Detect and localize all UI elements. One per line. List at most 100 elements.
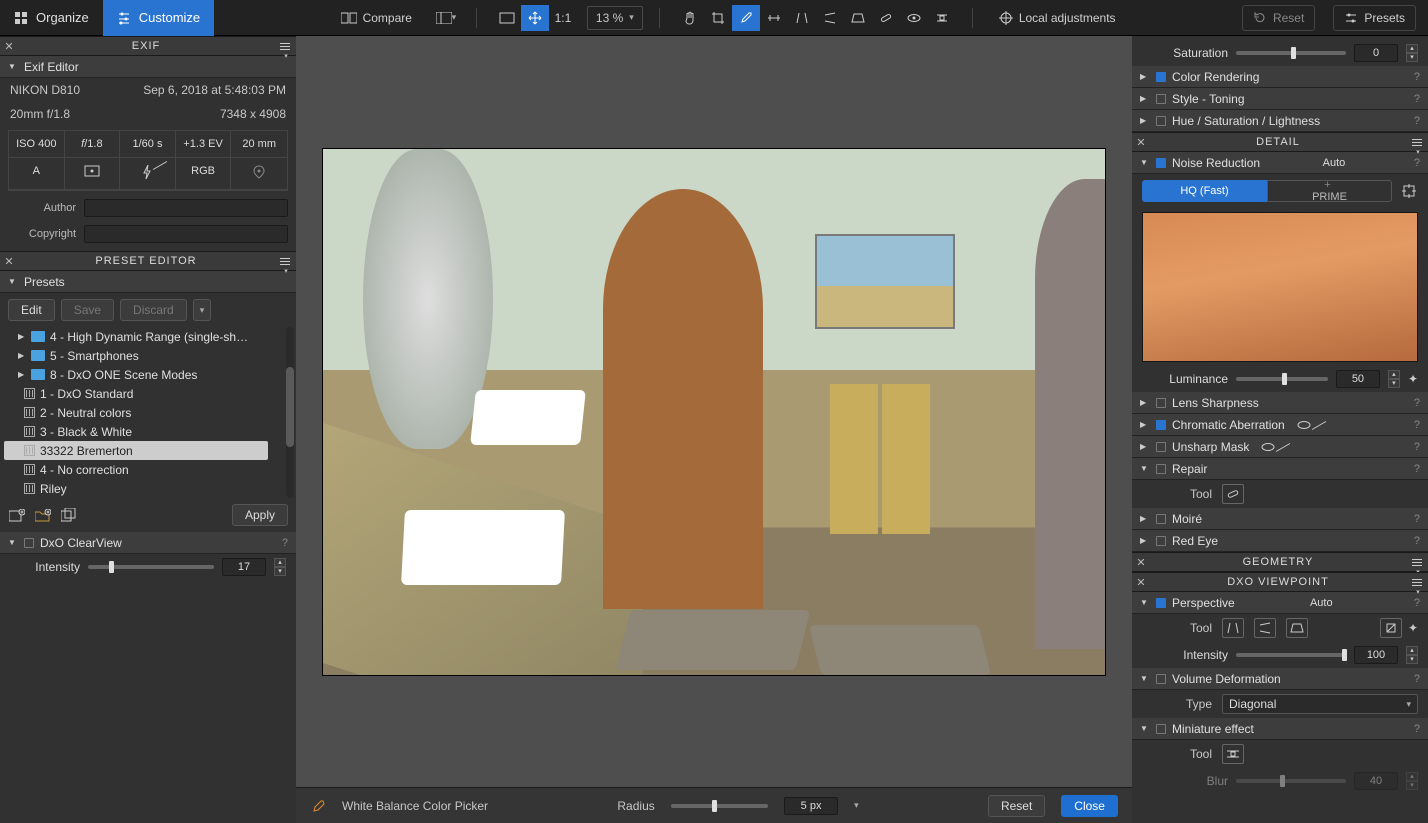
checkbox-on[interactable] [1156, 420, 1166, 430]
photo-preview[interactable] [322, 148, 1106, 676]
local-adjustments-button[interactable]: Local adjustments [989, 5, 1126, 31]
mini-tool-button[interactable] [1222, 744, 1244, 764]
redeye-tool[interactable] [900, 5, 928, 31]
help-icon[interactable]: ? [1414, 419, 1420, 431]
preset-item-selected[interactable]: 33322 Bremerton [4, 441, 268, 460]
vp-intensity-spinner[interactable]: ▴▾ [1406, 646, 1418, 664]
checkbox[interactable] [1156, 464, 1166, 474]
tab-organize[interactable]: Organize [0, 0, 103, 36]
close-button[interactable]: Close [1061, 795, 1118, 817]
author-field[interactable] [84, 199, 288, 217]
fit-tool[interactable] [493, 5, 521, 31]
magic-wand-icon[interactable]: ✦ [1408, 618, 1418, 638]
save-button[interactable]: Save [61, 299, 114, 321]
help-icon[interactable]: ? [1414, 463, 1420, 475]
help-icon[interactable]: ? [1414, 157, 1420, 169]
magic-wand-icon[interactable]: ✦ [1408, 372, 1418, 386]
luminance-value[interactable]: 50 [1336, 370, 1380, 388]
close-icon[interactable]: ✕ [0, 40, 18, 53]
preset-folder[interactable]: ▶4 - High Dynamic Range (single-sh… [4, 327, 292, 346]
repair-tool-button[interactable] [1222, 484, 1244, 504]
auto-label[interactable]: Auto [1310, 597, 1339, 609]
move-tool[interactable] [521, 5, 549, 31]
close-icon[interactable]: ✕ [1132, 576, 1150, 589]
compare-button[interactable]: Compare [331, 5, 422, 31]
help-icon[interactable]: ? [1414, 535, 1420, 547]
checkbox[interactable] [1156, 442, 1166, 452]
type-dropdown[interactable]: Diagonal ▾ [1222, 694, 1418, 714]
repair-section[interactable]: ▼Repair? [1132, 458, 1428, 480]
one-to-one-button[interactable]: 1:1 [549, 5, 577, 31]
redeye-section[interactable]: ▶Red Eye? [1132, 530, 1428, 552]
mini-tool[interactable] [928, 5, 956, 31]
lens-sharpness-section[interactable]: ▶Lens Sharpness? [1132, 392, 1428, 414]
persp-tool-2[interactable] [1254, 618, 1276, 638]
duplicate-icon[interactable] [60, 508, 78, 523]
checkbox[interactable] [24, 538, 34, 548]
luminance-spinner[interactable]: ▴▾ [1388, 370, 1400, 388]
moire-section[interactable]: ▶Moiré? [1132, 508, 1428, 530]
discard-button[interactable]: Discard [120, 299, 187, 321]
vp-intensity-slider[interactable] [1236, 653, 1346, 657]
preset-folder[interactable]: ▶5 - Smartphones [4, 346, 292, 365]
preset-item[interactable]: 3 - Black & White [4, 422, 292, 441]
checkbox-on[interactable] [1156, 72, 1166, 82]
radius-value[interactable]: 5 px [784, 797, 838, 815]
perspective-v-tool[interactable] [788, 5, 816, 31]
horizon-tool[interactable] [760, 5, 788, 31]
top-presets-button[interactable]: Presets [1333, 5, 1416, 31]
chevron-down-icon[interactable]: ▾ [854, 800, 859, 811]
clearview-section[interactable]: ▼ DxO ClearView ? [0, 532, 296, 554]
checkbox[interactable] [1156, 536, 1166, 546]
intensity-slider[interactable] [88, 565, 214, 569]
noise-reduction-section[interactable]: ▼ Noise Reduction Auto ? [1132, 152, 1428, 174]
panel-menu-icon[interactable] [274, 248, 296, 275]
checkbox[interactable] [1156, 398, 1166, 408]
help-icon[interactable]: ? [1414, 513, 1420, 525]
perspective-section[interactable]: ▼ Perspective Auto ? [1132, 592, 1428, 614]
presets-section[interactable]: ▼ Presets [0, 271, 296, 293]
checkbox[interactable] [1156, 94, 1166, 104]
help-icon[interactable]: ? [1414, 673, 1420, 685]
style-toning-section[interactable]: ▶Style - Toning? [1132, 88, 1428, 110]
apply-button[interactable]: Apply [232, 504, 288, 526]
hq-fast-toggle[interactable]: HQ (Fast) [1142, 180, 1267, 202]
checkbox[interactable] [1156, 724, 1166, 734]
persp-tool-3[interactable] [1286, 618, 1308, 638]
persp-tool-reset[interactable] [1380, 618, 1402, 638]
preset-item[interactable]: 4 - No correction [4, 460, 292, 479]
close-icon[interactable]: ✕ [1132, 556, 1150, 569]
auto-label[interactable]: Auto [1323, 157, 1352, 169]
checkbox[interactable] [1156, 116, 1166, 126]
panel-menu-icon[interactable] [1406, 569, 1428, 596]
eye-off-icon[interactable] [1297, 420, 1311, 430]
rect-tool[interactable] [844, 5, 872, 31]
hand-tool[interactable] [676, 5, 704, 31]
repair-tool[interactable] [872, 5, 900, 31]
preset-item[interactable]: Riley [4, 479, 292, 498]
target-icon[interactable] [1400, 184, 1418, 198]
intensity-spinner[interactable]: ▴▾ [274, 558, 286, 576]
preset-item[interactable]: 1 - DxO Standard [4, 384, 292, 403]
checkbox[interactable] [1156, 514, 1166, 524]
blur-value[interactable]: 40 [1354, 772, 1398, 790]
vp-intensity-value[interactable]: 100 [1354, 646, 1398, 664]
checkbox[interactable] [1156, 674, 1166, 684]
close-icon[interactable]: ✕ [1132, 136, 1150, 149]
layout-dropdown[interactable]: ▾ [432, 5, 460, 31]
help-icon[interactable]: ? [282, 537, 288, 549]
panel-menu-icon[interactable] [274, 36, 296, 60]
perspective-h-tool[interactable] [816, 5, 844, 31]
preset-folder[interactable]: ▶8 - DxO ONE Scene Modes [4, 365, 292, 384]
prime-toggle[interactable]: +PRIME [1267, 180, 1392, 202]
preset-item[interactable]: 2 - Neutral colors [4, 403, 292, 422]
edit-button[interactable]: Edit [8, 299, 55, 321]
luminance-slider[interactable] [1236, 377, 1328, 381]
radius-slider[interactable] [671, 804, 768, 808]
help-icon[interactable]: ? [1414, 93, 1420, 105]
close-icon[interactable]: ✕ [0, 255, 18, 268]
new-folder-icon[interactable] [34, 508, 52, 523]
preset-more-button[interactable]: ▾ [193, 299, 212, 321]
blur-spinner[interactable]: ▴▾ [1406, 772, 1418, 790]
copyright-field[interactable] [84, 225, 288, 243]
